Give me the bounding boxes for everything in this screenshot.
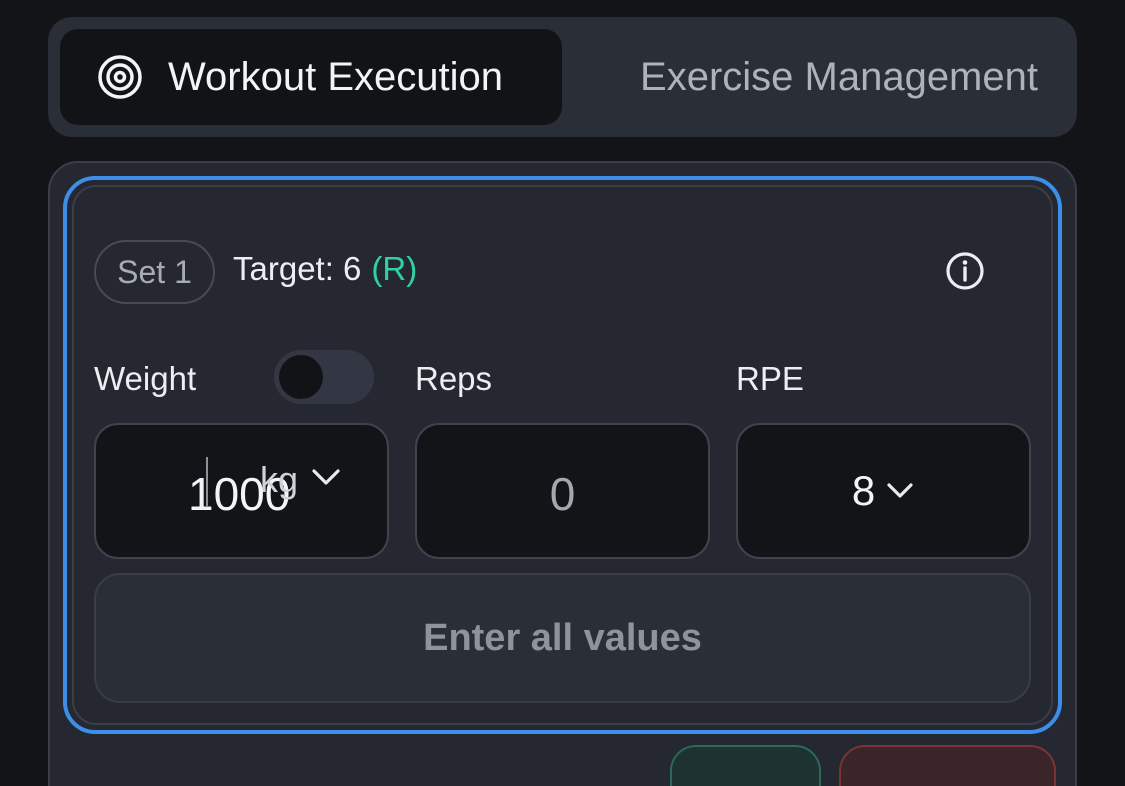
reps-label: Reps	[415, 360, 493, 397]
target-suffix: (R)	[371, 250, 418, 287]
chevron-down-icon	[885, 480, 915, 502]
confirm-button[interactable]	[670, 745, 821, 786]
rpe-select[interactable]: 8	[736, 423, 1031, 559]
target-label: Target: 6	[233, 250, 362, 287]
weight-input[interactable]: 1000 kg	[94, 423, 389, 559]
rpe-label: RPE	[736, 360, 804, 397]
text-caret	[206, 457, 208, 507]
workout-screen: Workout Execution Exercise Management Se…	[0, 0, 1125, 786]
weight-unit-toggle[interactable]	[274, 350, 374, 404]
tab-exercise-management[interactable]: Exercise Management	[614, 29, 1064, 125]
rpe-value: 8	[851, 467, 876, 514]
info-icon	[946, 252, 984, 290]
submit-set-button[interactable]: Enter all values	[94, 573, 1031, 703]
weight-label: Weight	[94, 360, 197, 397]
tab-workout-execution-label: Workout Execution	[168, 54, 503, 99]
delete-button[interactable]	[839, 745, 1056, 786]
chevron-down-icon[interactable]	[310, 465, 342, 489]
target-icon	[96, 53, 144, 101]
toggle-knob	[279, 355, 323, 399]
reps-input[interactable]: 0	[415, 423, 710, 559]
submit-set-label: Enter all values	[423, 616, 702, 659]
rpe-select-content: 8	[738, 467, 1029, 515]
tab-bar: Workout Execution Exercise Management	[48, 17, 1077, 137]
target-reps: Target: 6 (R)	[233, 250, 417, 288]
weight-unit: kg	[260, 459, 299, 500]
set-number-label: Set 1	[117, 253, 192, 290]
reps-value: 0	[549, 468, 576, 520]
tab-workout-execution[interactable]: Workout Execution	[60, 29, 562, 125]
tab-exercise-management-label: Exercise Management	[640, 54, 1038, 99]
info-button[interactable]	[945, 251, 985, 291]
set-number-badge: Set 1	[94, 240, 215, 304]
